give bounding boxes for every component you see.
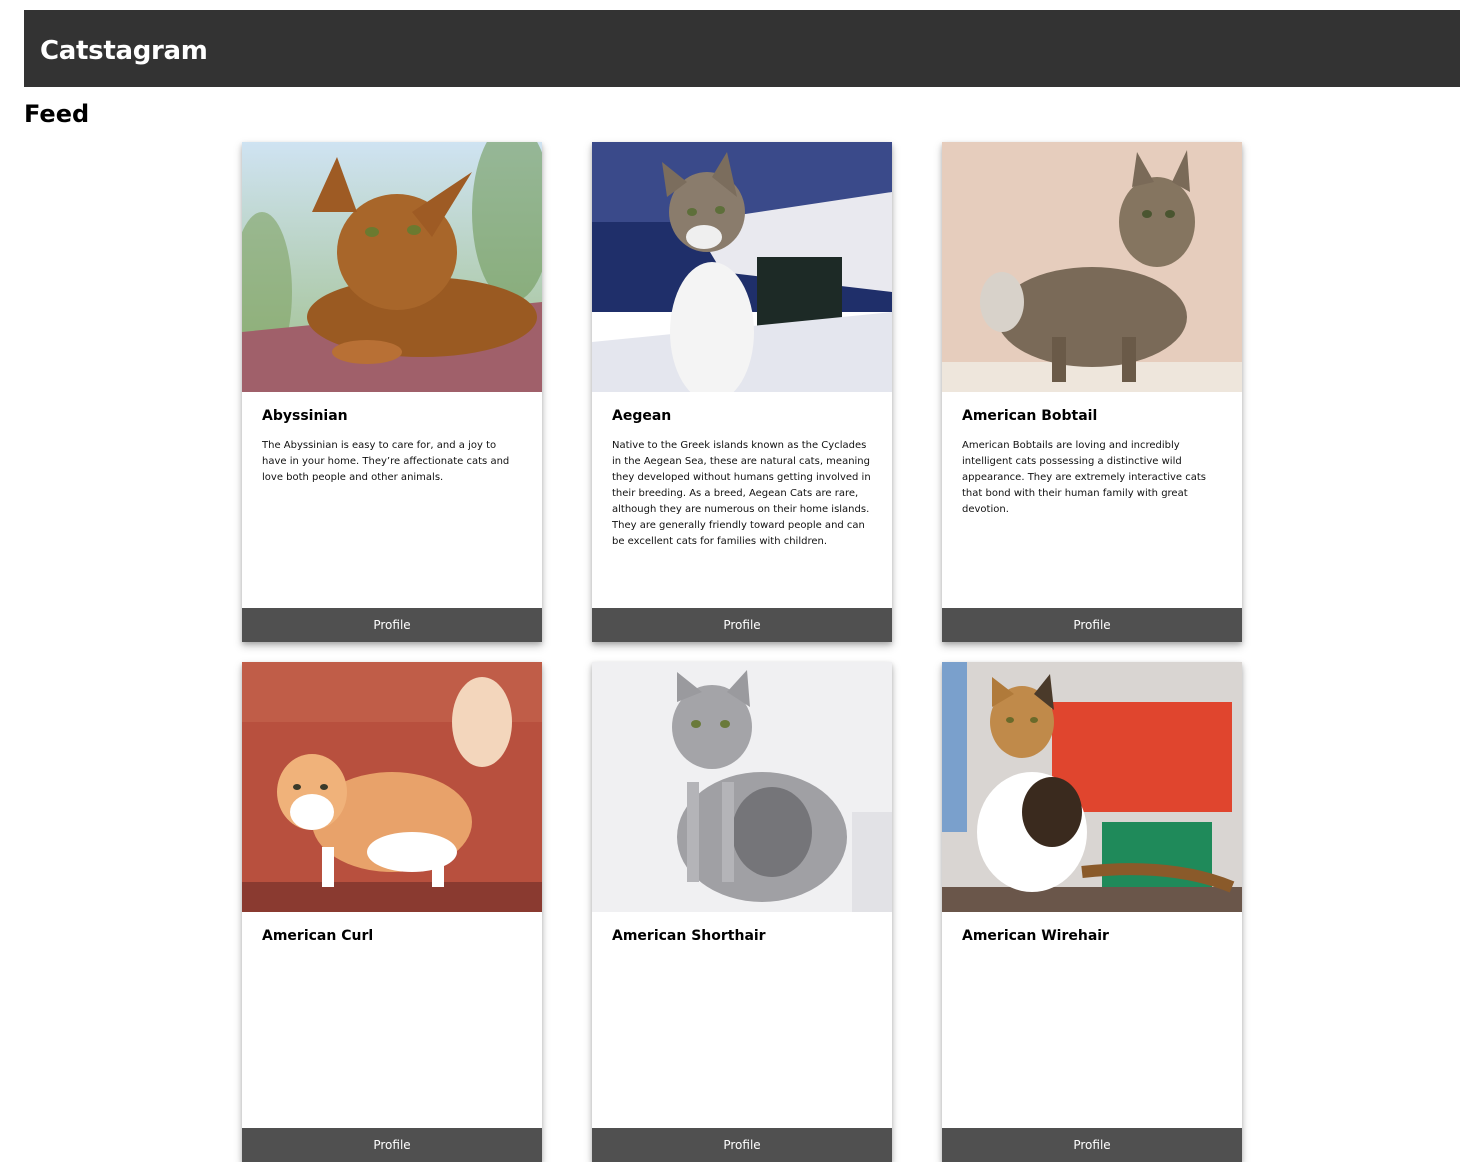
cat-card: American Wirehair Profile (942, 662, 1242, 1162)
profile-button[interactable]: Profile (592, 1128, 892, 1162)
cat-photo (592, 662, 892, 912)
cat-name: Aegean (612, 408, 672, 424)
cat-name: American Curl (262, 928, 374, 944)
profile-button[interactable]: Profile (942, 608, 1242, 642)
cat-name: American Shorthair (612, 928, 766, 944)
cat-card: American Curl Profile (242, 662, 542, 1162)
app-title: Catstagram (40, 36, 208, 66)
cat-description: The Abyssinian is easy to care for, and … (262, 440, 510, 483)
app-header: Catstagram (24, 10, 1460, 87)
cat-card: American Shorthair Profile (592, 662, 892, 1162)
profile-button[interactable]: Profile (592, 608, 892, 642)
profile-button[interactable]: Profile (242, 1128, 542, 1162)
cat-description: Native to the Greek islands known as the… (612, 440, 871, 547)
cat-name: American Bobtail (962, 408, 1098, 424)
cat-photo (592, 142, 892, 392)
cat-photo (942, 662, 1242, 912)
cat-photo (242, 662, 542, 912)
cat-name: Abyssinian (262, 408, 348, 424)
cat-feed-grid: Abyssinian The Abyssinian is easy to car… (242, 142, 1242, 1162)
profile-button[interactable]: Profile (242, 608, 542, 642)
cat-photo (242, 142, 542, 392)
profile-button[interactable]: Profile (942, 1128, 1242, 1162)
cat-photo (942, 142, 1242, 392)
cat-description: American Bobtails are loving and incredi… (962, 440, 1206, 515)
cat-card: Aegean Native to the Greek islands known… (592, 142, 892, 642)
cat-card: American Bobtail American Bobtails are l… (942, 142, 1242, 642)
cat-name: American Wirehair (962, 928, 1109, 944)
cat-card: Abyssinian The Abyssinian is easy to car… (242, 142, 542, 642)
page-title: Feed (24, 100, 90, 128)
